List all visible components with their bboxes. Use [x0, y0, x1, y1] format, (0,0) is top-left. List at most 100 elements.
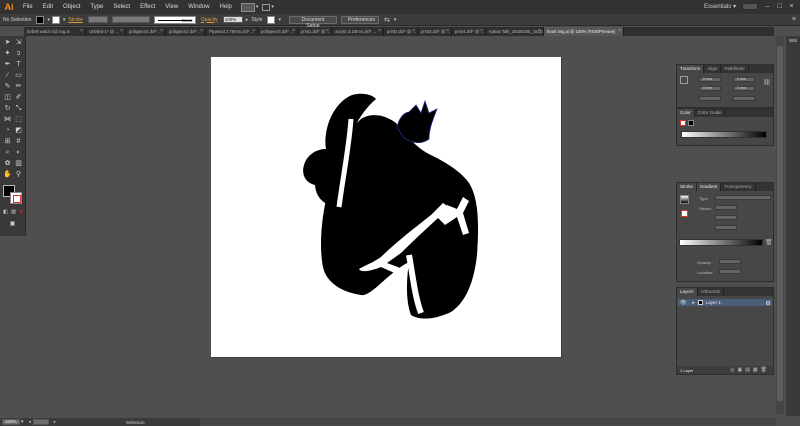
zoom-tool-icon[interactable]: ⚲ — [14, 170, 23, 179]
visibility-eye-icon[interactable]: 👁 — [680, 300, 686, 306]
document-tab[interactable]: torbelt watch lcd img.ai × — [24, 27, 86, 36]
chevron-down-icon[interactable]: ▾ — [394, 17, 397, 23]
close-tab-icon[interactable]: × — [252, 27, 255, 36]
panel-tab[interactable]: Artboards — [698, 288, 725, 296]
document-tab[interactable]: Plywood 2.78mm.dxf* ... × — [206, 27, 258, 36]
w-field[interactable]: 0 mm — [733, 77, 755, 82]
document-setup-button[interactable]: Document Setup — [288, 15, 337, 29]
perspective-grid-tool-icon[interactable]: ⊞ — [3, 137, 12, 146]
document-tab[interactable]: acrylic 3.15mm.dxf* ... × — [332, 27, 384, 36]
pen-tool-icon[interactable]: ✒ — [3, 60, 12, 69]
color-spectrum-bar[interactable] — [681, 131, 767, 138]
document-tab[interactable]: Untitled-1* @ ... × — [86, 27, 126, 36]
close-tab-icon[interactable]: × — [80, 27, 83, 36]
blob-brush-tool-icon[interactable]: ✐ — [14, 93, 23, 102]
symbol-sprayer-tool-icon[interactable]: ✿ — [3, 159, 12, 168]
gradient-aspect-field[interactable] — [715, 225, 737, 230]
panel-tab[interactable]: Transform — [677, 65, 705, 73]
chevron-down-icon[interactable]: ▾ — [271, 4, 274, 10]
selection-tool-icon[interactable]: ➤ — [3, 38, 12, 47]
color-black-swatch[interactable] — [688, 120, 694, 126]
close-tab-icon[interactable]: × — [160, 27, 163, 36]
y-field[interactable]: 0 mm — [699, 86, 721, 91]
target-icon[interactable] — [766, 300, 770, 305]
document-tab[interactable]: print1.dxf* @ ... × — [298, 27, 332, 36]
artboard-nav-next-icon[interactable]: ▸ — [54, 419, 56, 425]
opacity-label[interactable]: Opacity — [201, 17, 218, 23]
panel-tab[interactable]: Color — [677, 109, 695, 117]
vertical-scrollbar[interactable] — [776, 36, 784, 414]
document-tab[interactable]: poltypeor1.dxf* ... × — [126, 27, 166, 36]
horizontal-scrollbar[interactable] — [130, 418, 776, 426]
fill-swatch[interactable] — [36, 15, 45, 24]
close-tab-icon[interactable]: × — [618, 27, 621, 36]
close-tab-icon[interactable]: × — [480, 27, 483, 36]
chevron-down-icon[interactable]: ▾ — [256, 4, 259, 10]
free-transform-tool-icon[interactable]: ⬚ — [14, 115, 23, 124]
panel-menu-icon[interactable]: ≡ — [792, 16, 796, 23]
chevron-down-icon[interactable]: ▾ — [47, 17, 50, 23]
layer-action-icons[interactable]: ◎▣▤▦🗑 — [730, 367, 770, 373]
mesh-tool-icon[interactable]: # — [14, 137, 23, 146]
document-tab[interactable]: poltypeor3.dxf* ... × — [258, 27, 298, 36]
scale-tool-icon[interactable]: ⤡ — [14, 104, 23, 113]
screen-mode-icon[interactable]: ▣ — [8, 220, 17, 229]
h-field[interactable]: 0 mm — [733, 86, 755, 91]
close-tab-icon[interactable]: × — [446, 27, 449, 36]
zoom-field[interactable]: 100% — [2, 419, 20, 425]
maximize-icon[interactable]: □ — [775, 2, 784, 11]
opacity-field[interactable]: 100% — [222, 16, 243, 23]
close-tab-icon[interactable]: × — [292, 27, 295, 36]
panel-tab[interactable]: Gradient — [697, 183, 722, 191]
direct-selection-tool-icon[interactable]: ⇲ — [14, 38, 23, 47]
close-tab-icon[interactable]: × — [412, 27, 415, 36]
document-tab[interactable]: heart img.ai @ 100% (RGB/Preview) × — [544, 27, 624, 36]
panel-tab[interactable]: Stroke — [677, 183, 698, 191]
stroke-label[interactable]: Stroke — [68, 17, 82, 23]
heart-artwork[interactable] — [211, 57, 561, 357]
workspace-switcher[interactable]: Essentials ▾ — [704, 3, 736, 10]
menu-item[interactable]: Select — [108, 0, 135, 14]
close-icon[interactable]: × — [787, 2, 796, 11]
minimize-icon[interactable]: – — [763, 2, 772, 11]
variable-width-field[interactable] — [111, 16, 150, 23]
gradient-stroke-options[interactable] — [715, 205, 737, 210]
shear-field[interactable] — [733, 96, 755, 101]
menu-item[interactable]: Type — [85, 0, 108, 14]
graphic-style-swatch[interactable] — [267, 15, 276, 24]
bridge-button[interactable] — [240, 2, 255, 12]
menu-item[interactable]: Window — [183, 0, 214, 14]
menu-item[interactable]: Help — [215, 0, 237, 14]
artboard-number-field[interactable] — [32, 419, 49, 425]
document-tab[interactable]: print2.dxf* @ ... × — [384, 27, 418, 36]
stroke-none-icon[interactable] — [681, 210, 688, 217]
shape-builder-tool-icon[interactable]: ◔ — [3, 126, 12, 135]
layer-row[interactable]: 👁 ▸ Layer 1 — [678, 299, 772, 306]
collapse-dock-icon[interactable] — [789, 39, 797, 42]
gradient-type-select[interactable] — [715, 195, 771, 200]
document-tab[interactable]: print3.dxf* @ ... × — [418, 27, 452, 36]
rectangle-tool-icon[interactable]: ▭ — [14, 71, 23, 80]
close-tab-icon[interactable]: × — [378, 27, 381, 36]
color-none-icon[interactable] — [680, 120, 686, 126]
gradient-preview[interactable] — [680, 195, 689, 204]
gradient-opacity-field[interactable] — [719, 259, 741, 264]
gradient-slider-bar[interactable] — [679, 239, 763, 246]
vertical-scroll-thumb[interactable] — [777, 46, 783, 401]
close-tab-icon[interactable]: × — [326, 27, 329, 36]
menu-item[interactable]: File — [18, 0, 38, 14]
reference-point-icon[interactable] — [680, 76, 688, 84]
preferences-button[interactable]: Preferences — [340, 15, 379, 24]
delete-stop-icon[interactable]: 🗑 — [765, 239, 773, 246]
document-tab[interactable]: print4.dxf* @ ... × — [452, 27, 486, 36]
panel-tab[interactable]: Align — [704, 65, 722, 73]
document-tab[interactable]: poltypeor2.dxf* ... × — [166, 27, 206, 36]
close-tab-icon[interactable]: × — [200, 27, 203, 36]
hand-tool-icon[interactable]: ✋ — [3, 170, 12, 179]
search-field[interactable] — [742, 3, 758, 10]
artboard[interactable] — [211, 57, 561, 357]
paintbrush-tool-icon[interactable]: ✎ — [3, 82, 12, 91]
arrange-documents-icon[interactable] — [262, 3, 271, 11]
magic-wand-tool-icon[interactable]: ✦ — [3, 49, 12, 58]
panel-tab[interactable]: Pathfinder — [721, 65, 749, 73]
